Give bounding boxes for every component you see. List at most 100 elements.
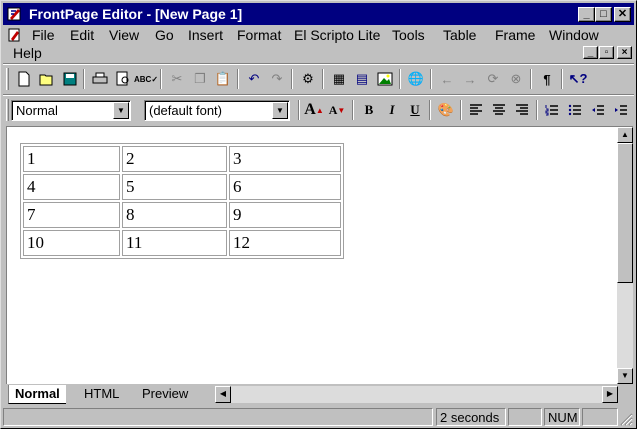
menu-go[interactable]: Go (155, 27, 174, 43)
spelling-icon[interactable]: ABC✓ (134, 68, 158, 90)
numbered-list-icon[interactable] (541, 99, 563, 121)
menu-edit[interactable]: Edit (70, 27, 94, 43)
menu-tools[interactable]: Tools (392, 27, 425, 43)
maximize-button[interactable]: □ (595, 7, 612, 22)
style-select[interactable]: Normal ▼ (11, 100, 131, 121)
document-table[interactable]: 1 2 3 4 5 6 7 8 9 10 11 12 (20, 143, 344, 259)
open-folder-icon[interactable] (36, 68, 58, 90)
scroll-down-icon[interactable]: ▼ (617, 368, 633, 384)
table-icon[interactable]: ▤ (351, 68, 373, 90)
status-message (3, 408, 433, 426)
new-page-icon[interactable] (13, 68, 35, 90)
print-preview-icon[interactable] (112, 68, 134, 90)
menu-table[interactable]: Table (443, 27, 476, 43)
document-icon[interactable] (7, 28, 23, 42)
toolbar-separator (430, 69, 432, 89)
align-left-icon[interactable] (465, 99, 487, 121)
insert-table-icon[interactable]: ▦ (328, 68, 350, 90)
copy-icon[interactable]: ❐ (189, 68, 211, 90)
editor-canvas[interactable]: 1 2 3 4 5 6 7 8 9 10 11 12 ▲ ▼ (6, 126, 633, 384)
menu-el-scripto-lite[interactable]: El Scripto Lite (294, 27, 380, 43)
bold-button[interactable]: B (358, 99, 380, 121)
web-bot-icon[interactable]: ⚙ (297, 68, 319, 90)
vertical-scrollbar[interactable]: ▲ ▼ (617, 127, 633, 384)
scroll-thumb[interactable] (617, 143, 633, 283)
menu-view[interactable]: View (109, 27, 139, 43)
increase-indent-icon[interactable] (610, 99, 632, 121)
table-cell[interactable]: 7 (23, 202, 120, 228)
paste-icon[interactable]: 📋 (212, 68, 234, 90)
document-close-button[interactable]: × (617, 46, 632, 59)
decrease-font-icon[interactable]: A ▼ (326, 99, 348, 121)
help-pointer-icon[interactable]: ↖? (567, 68, 589, 90)
toolbar-grip[interactable] (6, 99, 9, 121)
toolbar-separator (399, 69, 401, 89)
chevron-down-icon[interactable]: ▼ (113, 102, 129, 119)
format-toolbar: Normal ▼ (default font) ▼ A ▲ A ▼ B I U 🎨 (3, 98, 634, 124)
table-row: 10 11 12 (23, 230, 341, 256)
scroll-up-icon[interactable]: ▲ (617, 127, 633, 143)
document-minimize-button[interactable]: _ (583, 46, 598, 59)
scroll-right-icon[interactable]: ▶ (602, 386, 618, 403)
menu-separator (3, 63, 634, 65)
toolbar-separator (160, 69, 162, 89)
decrease-indent-icon[interactable] (587, 99, 609, 121)
table-cell[interactable]: 6 (229, 174, 341, 200)
stop-icon[interactable]: ⊗ (505, 68, 527, 90)
increase-font-icon[interactable]: A ▲ (303, 99, 325, 121)
close-button[interactable]: ✕ (614, 7, 631, 22)
redo-icon[interactable]: ↷ (266, 68, 288, 90)
align-center-icon[interactable] (488, 99, 510, 121)
resize-grip-icon[interactable] (619, 412, 633, 426)
tab-preview[interactable]: Preview (136, 385, 194, 404)
toolbar-separator (530, 69, 532, 89)
horizontal-scrollbar[interactable]: ◀ ▶ (215, 386, 618, 403)
undo-icon[interactable]: ↶ (243, 68, 265, 90)
table-cell[interactable]: 12 (229, 230, 341, 256)
menu-file[interactable]: File (32, 27, 55, 43)
minimize-button[interactable]: _ (578, 7, 595, 22)
menu-insert[interactable]: Insert (188, 27, 223, 43)
chevron-down-icon[interactable]: ▼ (272, 102, 288, 119)
table-cell[interactable]: 4 (23, 174, 120, 200)
table-cell[interactable]: 8 (122, 202, 227, 228)
font-select[interactable]: (default font) ▼ (144, 100, 290, 121)
menu-help[interactable]: Help (13, 45, 42, 61)
toolbar-separator-line (3, 94, 634, 96)
table-cell[interactable]: 1 (23, 146, 120, 172)
save-icon[interactable] (59, 68, 81, 90)
title-bar[interactable]: FrontPage Editor - [New Page 1] _ □ ✕ (3, 3, 634, 25)
refresh-icon[interactable]: ⟳ (482, 68, 504, 90)
toolbar-grip[interactable] (6, 68, 9, 90)
frontpage-app-icon[interactable] (7, 6, 23, 22)
tab-normal[interactable]: Normal (8, 385, 66, 404)
print-icon[interactable] (89, 68, 111, 90)
cut-icon[interactable]: ✂ (166, 68, 188, 90)
toolbar-separator (291, 69, 293, 89)
forward-icon[interactable]: → (459, 68, 481, 90)
menu-window[interactable]: Window (549, 27, 599, 43)
align-right-icon[interactable] (511, 99, 533, 121)
underline-button[interactable]: U (404, 99, 426, 121)
hyperlink-icon[interactable]: 🌐 (405, 68, 427, 90)
italic-button[interactable]: I (381, 99, 403, 121)
table-cell[interactable]: 2 (122, 146, 227, 172)
status-blank (582, 408, 618, 426)
table-cell[interactable]: 11 (122, 230, 227, 256)
table-cell[interactable]: 3 (229, 146, 341, 172)
tab-html[interactable]: HTML (78, 385, 125, 404)
show-all-pilcrow-icon[interactable]: ¶ (536, 68, 558, 90)
table-cell[interactable]: 10 (23, 230, 120, 256)
back-icon[interactable]: ← (436, 68, 458, 90)
menu-frame[interactable]: Frame (495, 27, 535, 43)
scroll-left-icon[interactable]: ◀ (215, 386, 231, 403)
text-color-palette-icon[interactable]: 🎨 (435, 99, 457, 121)
table-cell[interactable]: 9 (229, 202, 341, 228)
close-icon: ✕ (617, 8, 628, 20)
menu-format[interactable]: Format (237, 27, 281, 43)
table-cell[interactable]: 5 (122, 174, 227, 200)
document-restore-button[interactable]: ▫ (599, 46, 614, 59)
toolbar-separator (460, 100, 462, 120)
bulleted-list-icon[interactable] (564, 99, 586, 121)
image-icon[interactable] (374, 68, 396, 90)
